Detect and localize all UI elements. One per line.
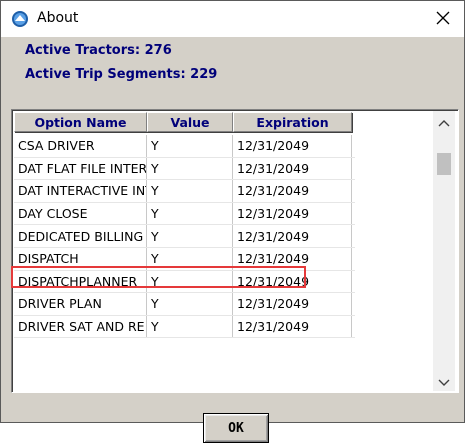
vertical-scrollbar[interactable] xyxy=(433,111,455,391)
value-cell: Y xyxy=(147,135,233,157)
expiration-cell: 12/31/2049 xyxy=(233,293,352,315)
value-cell: Y xyxy=(147,293,233,315)
option-name-cell: DISPATCHPLANNER xyxy=(14,270,147,293)
table-row[interactable]: CSA DRIVER Y 12/31/2049 xyxy=(14,135,355,158)
value-cell: Y xyxy=(147,270,233,293)
expiration-cell: 12/31/2049 xyxy=(233,247,352,270)
scroll-up-button[interactable] xyxy=(433,111,455,131)
table-row[interactable]: DRIVER PLAN Y 12/31/2049 xyxy=(14,293,355,316)
option-name-cell: CSA DRIVER xyxy=(14,135,147,157)
expiration-cell: 12/31/2049 xyxy=(233,225,352,247)
value-cell: Y xyxy=(147,315,233,338)
list-header: Option Name Value Expiration xyxy=(14,112,352,132)
active-tractors-label: Active Tractors: 276 xyxy=(25,43,172,58)
expiration-cell: 12/31/2049 xyxy=(233,157,352,180)
chevron-up-icon xyxy=(438,112,450,131)
column-header-value[interactable]: Value xyxy=(147,112,233,132)
table-row[interactable]: DISPATCH Y 12/31/2049 xyxy=(14,247,355,271)
option-name-cell: DRIVER SAT AND RE xyxy=(14,315,147,338)
scrollbar-thumb[interactable] xyxy=(437,153,451,175)
table-row[interactable]: DISPATCHPLANNER Y 12/31/2049 xyxy=(14,270,355,294)
expiration-cell: 12/31/2049 xyxy=(233,202,352,225)
expiration-cell: 12/31/2049 xyxy=(233,270,352,293)
column-header-expiration[interactable]: Expiration xyxy=(233,112,352,132)
table-row[interactable]: DAT FLAT FILE INTER Y 12/31/2049 xyxy=(14,157,355,181)
about-dialog: About Active Tractors: 276 Active Trip S… xyxy=(0,0,465,443)
option-name-cell: DAY CLOSE xyxy=(14,202,147,225)
window-title: About xyxy=(37,10,79,26)
options-list[interactable]: Option Name Value Expiration CSA DRIVER … xyxy=(11,109,459,393)
value-cell: Y xyxy=(147,180,233,202)
option-name-cell: DISPATCH xyxy=(14,247,147,270)
table-row[interactable]: DAT INTERACTIVE INT Y 12/31/2049 xyxy=(14,180,355,203)
table-row-dedicated-billing[interactable]: DEDICATED BILLING Y 12/31/2049 xyxy=(14,225,355,248)
app-icon xyxy=(11,10,29,28)
option-name-cell: DRIVER PLAN xyxy=(14,293,147,315)
scroll-down-button[interactable] xyxy=(433,371,455,391)
list-rows: CSA DRIVER Y 12/31/2049 DAT FLAT FILE IN… xyxy=(14,135,355,339)
title-bar[interactable]: About xyxy=(1,1,464,37)
value-cell: Y xyxy=(147,157,233,180)
active-trip-segments-label: Active Trip Segments: 229 xyxy=(25,67,218,82)
expiration-cell: 12/31/2049 xyxy=(233,180,352,202)
table-row[interactable]: DRIVER SAT AND RE Y 12/31/2049 xyxy=(14,315,355,339)
close-icon xyxy=(436,10,450,29)
option-name-cell: DAT FLAT FILE INTER xyxy=(14,157,147,180)
column-header-option-name[interactable]: Option Name xyxy=(14,112,147,132)
table-row[interactable]: DAY CLOSE Y 12/31/2049 xyxy=(14,202,355,226)
option-name-cell: DAT INTERACTIVE INT xyxy=(14,180,147,202)
value-cell: Y xyxy=(147,225,233,247)
ok-button[interactable]: OK xyxy=(203,413,269,443)
option-name-cell: DEDICATED BILLING xyxy=(14,225,147,247)
value-cell: Y xyxy=(147,247,233,270)
expiration-cell: 12/31/2049 xyxy=(233,315,352,338)
chevron-down-icon xyxy=(438,372,450,391)
dialog-body: Active Tractors: 276 Active Trip Segment… xyxy=(1,37,464,443)
close-button[interactable] xyxy=(430,7,456,31)
expiration-cell: 12/31/2049 xyxy=(233,135,352,157)
value-cell: Y xyxy=(147,202,233,225)
